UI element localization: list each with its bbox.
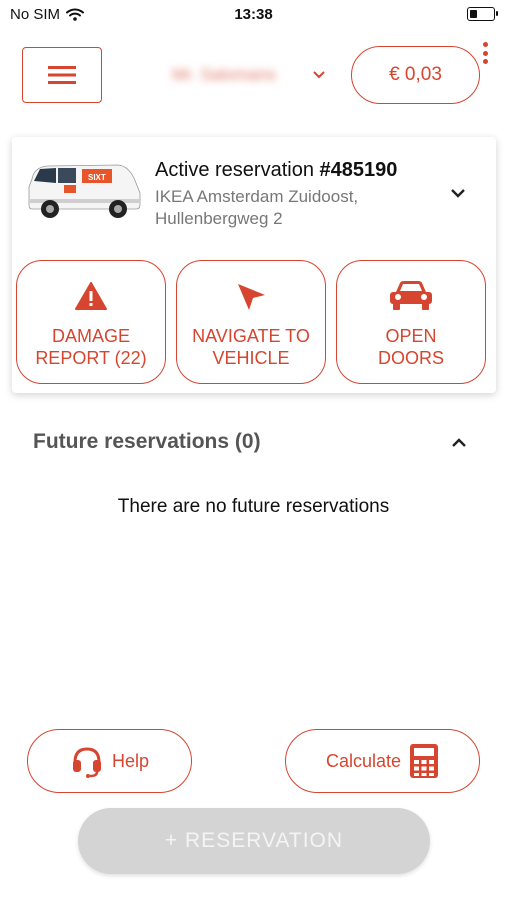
reservation-number: #485190 [319, 159, 398, 181]
damage-report-label: DAMAGE REPORT (22) [35, 326, 147, 368]
reservation-label: Active reservation [155, 159, 320, 181]
chevron-down-icon [313, 71, 325, 79]
chevron-up-icon[interactable] [448, 432, 470, 454]
battery-level [470, 10, 477, 18]
status-bar: No SIM 13:38 [0, 0, 507, 30]
new-reservation-button[interactable]: + RESERVATION [78, 808, 430, 874]
headset-icon [72, 747, 101, 778]
navigation-arrow-icon [238, 284, 265, 310]
new-reservation-label: + RESERVATION [164, 829, 344, 852]
car-icon [390, 281, 432, 310]
reservation-address: IKEA Amsterdam Zuidoost, Hullenbergweg 2 [155, 187, 359, 228]
balance-value: € 0,03 [389, 64, 442, 85]
hamburger-icon [48, 66, 76, 84]
balance-button[interactable]: € 0,03 [351, 46, 480, 104]
navigate-to-vehicle-button[interactable]: NAVIGATE TO VEHICLE [176, 260, 326, 384]
active-reservation-card[interactable]: SIXT Active reservation #485190 IKEA Ams… [12, 137, 496, 393]
warning-icon [75, 282, 107, 310]
help-label: Help [111, 750, 150, 771]
menu-button[interactable] [22, 47, 102, 103]
more-options-icon[interactable] [478, 40, 492, 66]
empty-state-text: There are no future reservations [117, 496, 390, 517]
navigate-to-vehicle-label: NAVIGATE TO VEHICLE [192, 326, 310, 368]
calculate-label: Calculate [325, 750, 402, 771]
clock: 13:38 [234, 6, 273, 23]
help-button[interactable]: Help [27, 729, 192, 793]
battery-icon [467, 7, 498, 21]
calculator-icon [410, 744, 439, 778]
open-doors-label: OPEN DOORS [377, 326, 444, 368]
future-reservations-title: Future reservations (0) [33, 430, 261, 453]
account-selector[interactable]: Mr. Salomans [172, 60, 332, 90]
reservation-title: Active reservation #485190 [155, 159, 397, 182]
chevron-down-icon[interactable] [447, 182, 469, 204]
vehicle-image: SIXT [28, 164, 141, 218]
account-name: Mr. Salomans [172, 65, 276, 84]
damage-report-button[interactable]: DAMAGE REPORT (22) [16, 260, 166, 384]
open-doors-button[interactable]: OPEN DOORS [336, 260, 486, 384]
calculate-button[interactable]: Calculate [285, 729, 480, 793]
van-brand-logo: SIXT [88, 173, 106, 182]
